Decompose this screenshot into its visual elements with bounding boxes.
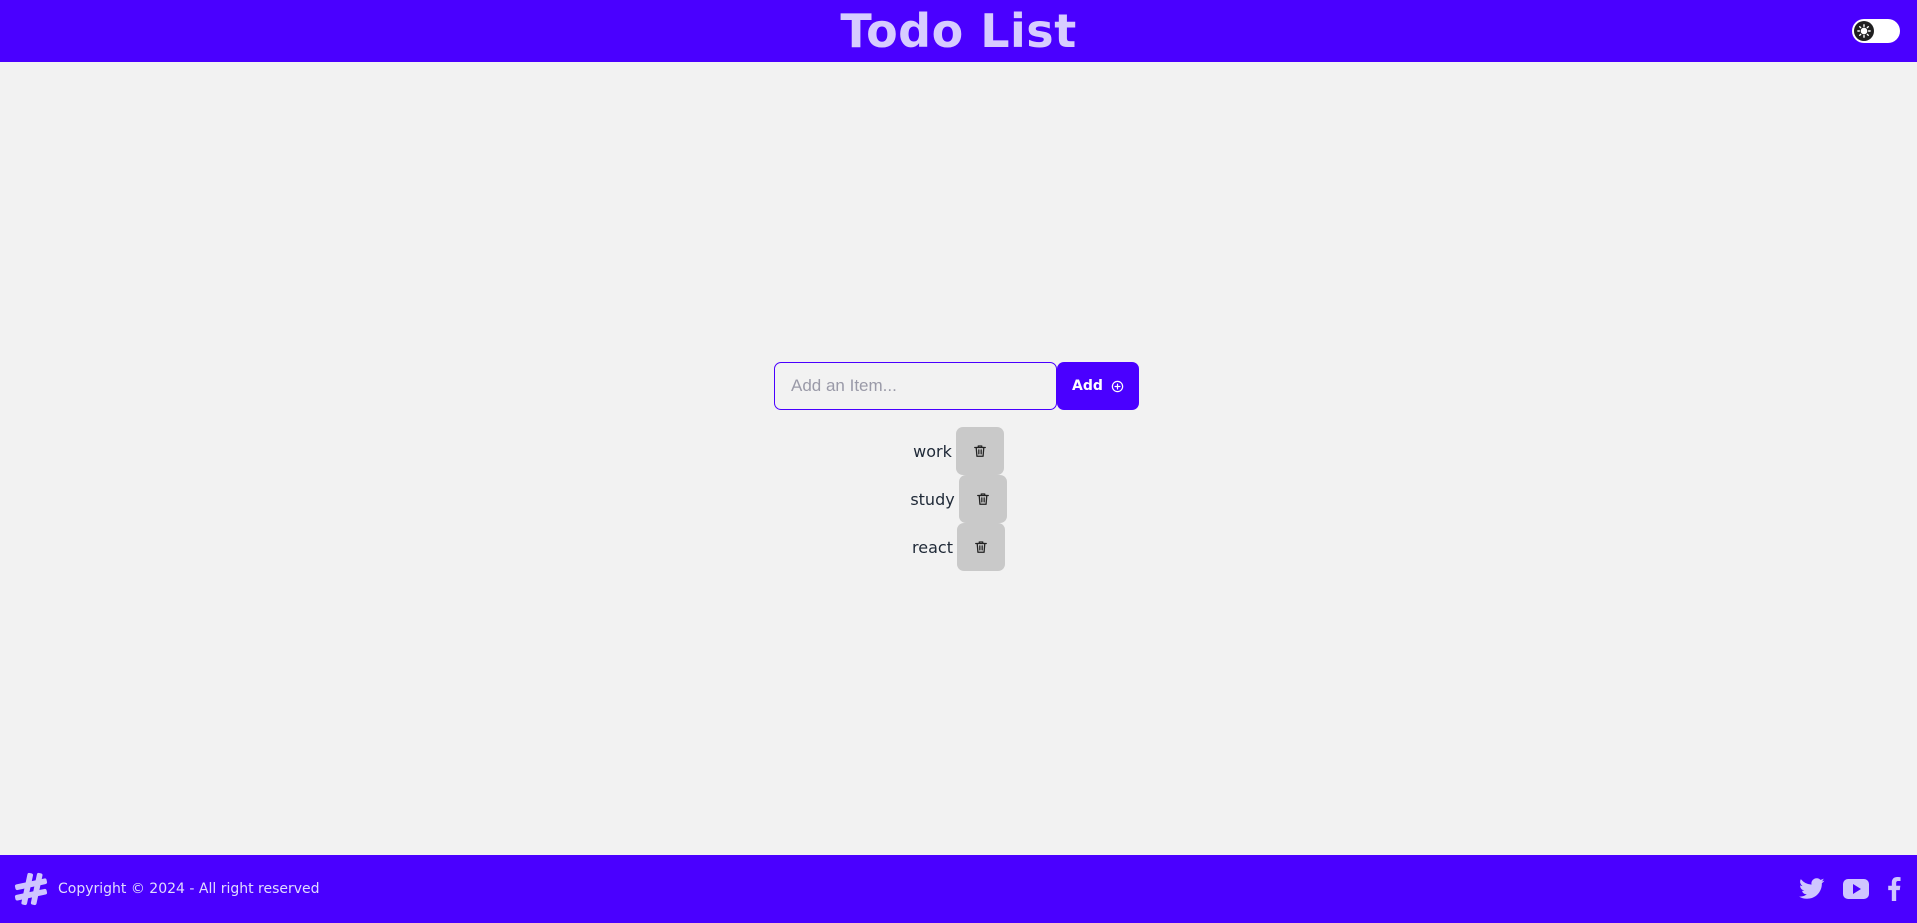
delete-button[interactable] — [955, 427, 1004, 475]
copyright-text: Copyright © 2024 - All right reserved — [58, 881, 320, 897]
list-item: react — [912, 523, 1005, 571]
facebook-icon[interactable] — [1887, 877, 1901, 901]
item-text: study — [910, 489, 955, 509]
sun-icon — [1854, 21, 1874, 41]
hashtag-icon — [12, 870, 50, 908]
add-button[interactable]: Add — [1057, 362, 1139, 410]
trash-icon — [976, 492, 990, 506]
footer-brand: Copyright © 2024 - All right reserved — [12, 870, 320, 908]
trash-icon — [974, 540, 988, 554]
theme-toggle[interactable] — [1852, 19, 1900, 43]
delete-button[interactable] — [958, 475, 1007, 523]
item-text: work — [913, 441, 952, 461]
list-item: work — [913, 427, 1004, 475]
add-button-label: Add — [1072, 378, 1103, 394]
page-title: Todo List — [840, 4, 1077, 58]
todo-list: work study react — [0, 427, 1917, 571]
app-header: Todo List — [0, 0, 1917, 62]
twitter-icon[interactable] — [1799, 878, 1825, 900]
item-text: react — [912, 537, 953, 557]
youtube-icon[interactable] — [1843, 879, 1869, 899]
social-links — [1799, 877, 1905, 901]
add-item-form: Add — [774, 362, 1139, 410]
item-input[interactable] — [774, 362, 1057, 410]
plus-circle-icon — [1111, 380, 1124, 393]
list-item: study — [910, 475, 1007, 523]
main-content: Add work — [0, 62, 1917, 855]
trash-icon — [973, 444, 987, 458]
delete-button[interactable] — [956, 523, 1005, 571]
app-footer: Copyright © 2024 - All right reserved — [0, 855, 1917, 923]
